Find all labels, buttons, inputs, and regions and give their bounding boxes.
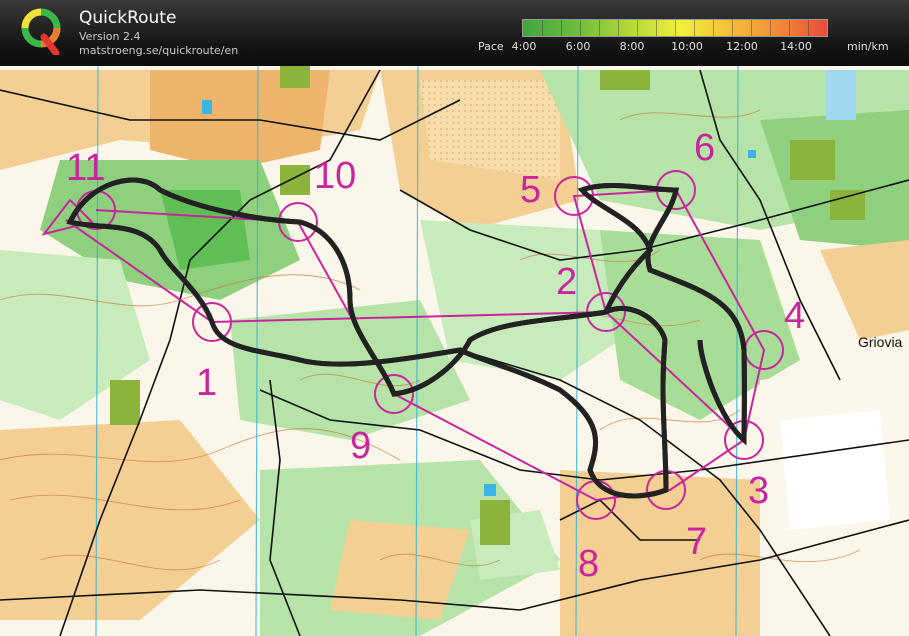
control-number: 11: [66, 147, 105, 189]
place-name: Griovia: [858, 334, 903, 350]
app-version: Version 2.4: [79, 30, 141, 43]
pace-tick-label: 8:00: [619, 40, 645, 53]
control-number: 1: [196, 362, 217, 404]
control-number: 9: [350, 425, 371, 467]
pace-tick-label: 14:00: [780, 40, 812, 53]
pace-tick-label: 12:00: [726, 40, 758, 53]
quickroute-window: QuickRoute Version 2.4 matstroeng.se/qui…: [0, 0, 909, 636]
app-url[interactable]: matstroeng.se/quickroute/en: [79, 44, 238, 57]
control-number: 4: [784, 295, 805, 337]
control-number: 2: [556, 261, 577, 303]
control-number: 8: [578, 543, 599, 585]
control-number: 6: [694, 127, 715, 169]
pace-tick-label: 4:00: [511, 40, 537, 53]
pace-tick-label: 6:00: [565, 40, 591, 53]
pace-unit: min/km: [847, 40, 889, 53]
orienteering-map[interactable]: 1 2 3 4 5 6 7 8 9 10 11 Griovia: [0, 66, 909, 636]
quickroute-logo-icon: [21, 8, 61, 55]
header-bar: QuickRoute Version 2.4 matstroeng.se/qui…: [0, 0, 909, 66]
control-number: 3: [748, 470, 769, 512]
control-number: 7: [686, 521, 707, 563]
pace-color-scale: [522, 19, 828, 37]
pace-tick-label: 10:00: [671, 40, 703, 53]
pace-label: Pace: [478, 40, 504, 53]
app-title: QuickRoute: [79, 8, 177, 28]
control-number: 10: [314, 155, 356, 197]
control-number: 5: [520, 169, 541, 211]
